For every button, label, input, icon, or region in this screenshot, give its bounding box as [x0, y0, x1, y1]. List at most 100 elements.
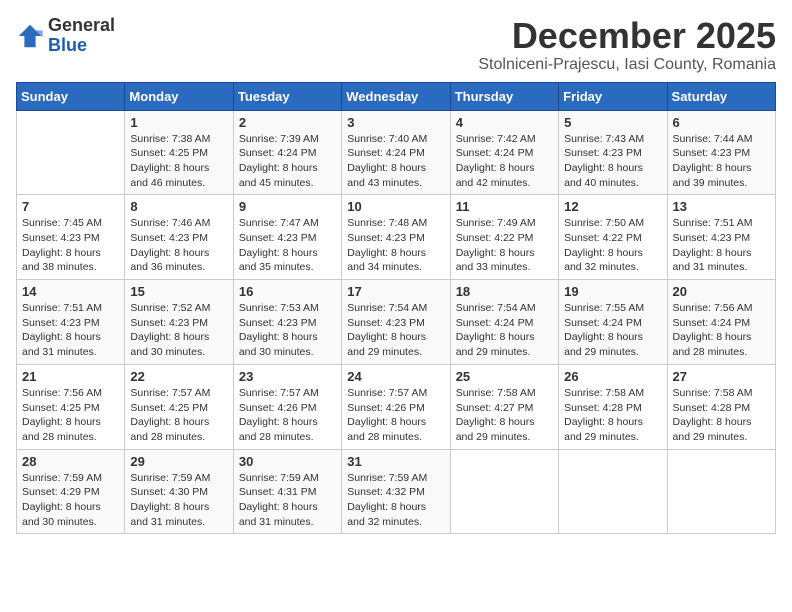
- day-number: 18: [456, 284, 553, 299]
- day-number: 31: [347, 454, 444, 469]
- day-number: 10: [347, 199, 444, 214]
- day-number: 19: [564, 284, 661, 299]
- day-info: Sunrise: 7:56 AM Sunset: 4:24 PM Dayligh…: [673, 301, 770, 360]
- day-info: Sunrise: 7:59 AM Sunset: 4:32 PM Dayligh…: [347, 471, 444, 530]
- day-info: Sunrise: 7:58 AM Sunset: 4:27 PM Dayligh…: [456, 386, 553, 445]
- day-header-wednesday: Wednesday: [342, 82, 450, 110]
- calendar-cell: 2 Sunrise: 7:39 AM Sunset: 4:24 PM Daylig…: [233, 110, 341, 195]
- day-info: Sunrise: 7:49 AM Sunset: 4:22 PM Dayligh…: [456, 216, 553, 275]
- day-number: 3: [347, 115, 444, 130]
- day-number: 14: [22, 284, 119, 299]
- day-number: 26: [564, 369, 661, 384]
- calendar-cell: 20Sunrise: 7:56 AM Sunset: 4:24 PM Dayli…: [667, 280, 775, 365]
- day-number: 30: [239, 454, 336, 469]
- month-title: December 2025: [478, 16, 776, 56]
- calendar-cell: 25 Sunrise: 7:58 AM Sunset: 4:27 PM Dayli…: [450, 364, 558, 449]
- calendar-cell: 31 Sunrise: 7:59 AM Sunset: 4:32 PM Dayli…: [342, 449, 450, 534]
- calendar-cell: [450, 449, 558, 534]
- day-number: 13: [673, 199, 770, 214]
- day-header-sunday: Sunday: [17, 82, 125, 110]
- location-text: Stolniceni-Prajescu, Iasi County, Romani…: [478, 56, 776, 74]
- day-info: Sunrise: 7:47 AM Sunset: 4:23 PM Dayligh…: [239, 216, 336, 275]
- day-info: Sunrise: 7:52 AM Sunset: 4:23 PM Dayligh…: [130, 301, 227, 360]
- calendar-week-row: 21Sunrise: 7:56 AM Sunset: 4:25 PM Dayli…: [17, 364, 776, 449]
- day-number: 8: [130, 199, 227, 214]
- calendar-cell: [17, 110, 125, 195]
- day-number: 22: [130, 369, 227, 384]
- logo-general-text: General: [48, 15, 115, 35]
- logo: General Blue: [16, 16, 115, 56]
- day-info: Sunrise: 7:40 AM Sunset: 4:24 PM Dayligh…: [347, 132, 444, 191]
- logo-blue-text: Blue: [48, 35, 87, 55]
- day-number: 15: [130, 284, 227, 299]
- day-number: 27: [673, 369, 770, 384]
- logo-icon: [16, 22, 44, 50]
- day-number: 1: [130, 115, 227, 130]
- calendar-week-row: 7 Sunrise: 7:45 AM Sunset: 4:23 PM Daylig…: [17, 195, 776, 280]
- day-info: Sunrise: 7:53 AM Sunset: 4:23 PM Dayligh…: [239, 301, 336, 360]
- calendar-cell: 11 Sunrise: 7:49 AM Sunset: 4:22 PM Dayli…: [450, 195, 558, 280]
- day-info: Sunrise: 7:57 AM Sunset: 4:26 PM Dayligh…: [239, 386, 336, 445]
- calendar-cell: 1Sunrise: 7:38 AM Sunset: 4:25 PM Daylig…: [125, 110, 233, 195]
- calendar-cell: 28 Sunrise: 7:59 AM Sunset: 4:29 PM Dayli…: [17, 449, 125, 534]
- day-info: Sunrise: 7:58 AM Sunset: 4:28 PM Dayligh…: [564, 386, 661, 445]
- day-header-monday: Monday: [125, 82, 233, 110]
- calendar-header-row: SundayMondayTuesdayWednesdayThursdayFrid…: [17, 82, 776, 110]
- calendar-cell: 6 Sunrise: 7:44 AM Sunset: 4:23 PM Daylig…: [667, 110, 775, 195]
- day-info: Sunrise: 7:59 AM Sunset: 4:30 PM Dayligh…: [130, 471, 227, 530]
- calendar-cell: 22 Sunrise: 7:57 AM Sunset: 4:25 PM Dayli…: [125, 364, 233, 449]
- day-info: Sunrise: 7:54 AM Sunset: 4:24 PM Dayligh…: [456, 301, 553, 360]
- day-number: 11: [456, 199, 553, 214]
- day-header-thursday: Thursday: [450, 82, 558, 110]
- day-number: 24: [347, 369, 444, 384]
- calendar-cell: 3 Sunrise: 7:40 AM Sunset: 4:24 PM Daylig…: [342, 110, 450, 195]
- day-number: 4: [456, 115, 553, 130]
- calendar-cell: 19 Sunrise: 7:55 AM Sunset: 4:24 PM Dayli…: [559, 280, 667, 365]
- day-number: 7: [22, 199, 119, 214]
- day-number: 21: [22, 369, 119, 384]
- day-info: Sunrise: 7:55 AM Sunset: 4:24 PM Dayligh…: [564, 301, 661, 360]
- day-number: 25: [456, 369, 553, 384]
- calendar-cell: 5Sunrise: 7:43 AM Sunset: 4:23 PM Daylig…: [559, 110, 667, 195]
- calendar-cell: 26 Sunrise: 7:58 AM Sunset: 4:28 PM Dayli…: [559, 364, 667, 449]
- day-info: Sunrise: 7:46 AM Sunset: 4:23 PM Dayligh…: [130, 216, 227, 275]
- day-info: Sunrise: 7:50 AM Sunset: 4:22 PM Dayligh…: [564, 216, 661, 275]
- day-number: 29: [130, 454, 227, 469]
- day-number: 23: [239, 369, 336, 384]
- day-info: Sunrise: 7:51 AM Sunset: 4:23 PM Dayligh…: [22, 301, 119, 360]
- calendar-cell: 18 Sunrise: 7:54 AM Sunset: 4:24 PM Dayli…: [450, 280, 558, 365]
- calendar-cell: 4Sunrise: 7:42 AM Sunset: 4:24 PM Daylig…: [450, 110, 558, 195]
- day-info: Sunrise: 7:57 AM Sunset: 4:25 PM Dayligh…: [130, 386, 227, 445]
- calendar-cell: 30 Sunrise: 7:59 AM Sunset: 4:31 PM Dayli…: [233, 449, 341, 534]
- calendar-cell: 27 Sunrise: 7:58 AM Sunset: 4:28 PM Dayli…: [667, 364, 775, 449]
- day-info: Sunrise: 7:51 AM Sunset: 4:23 PM Dayligh…: [673, 216, 770, 275]
- day-number: 9: [239, 199, 336, 214]
- day-info: Sunrise: 7:44 AM Sunset: 4:23 PM Dayligh…: [673, 132, 770, 191]
- calendar-table: SundayMondayTuesdayWednesdayThursdayFrid…: [16, 82, 776, 535]
- day-header-friday: Friday: [559, 82, 667, 110]
- day-number: 5: [564, 115, 661, 130]
- day-info: Sunrise: 7:39 AM Sunset: 4:24 PM Dayligh…: [239, 132, 336, 191]
- day-number: 2: [239, 115, 336, 130]
- day-info: Sunrise: 7:58 AM Sunset: 4:28 PM Dayligh…: [673, 386, 770, 445]
- day-header-tuesday: Tuesday: [233, 82, 341, 110]
- calendar-cell: 13 Sunrise: 7:51 AM Sunset: 4:23 PM Dayli…: [667, 195, 775, 280]
- day-number: 28: [22, 454, 119, 469]
- page-header: General Blue December 2025 Stolniceni-Pr…: [16, 16, 776, 74]
- calendar-cell: 12Sunrise: 7:50 AM Sunset: 4:22 PM Dayli…: [559, 195, 667, 280]
- day-info: Sunrise: 7:59 AM Sunset: 4:31 PM Dayligh…: [239, 471, 336, 530]
- calendar-cell: 8 Sunrise: 7:46 AM Sunset: 4:23 PM Daylig…: [125, 195, 233, 280]
- day-info: Sunrise: 7:57 AM Sunset: 4:26 PM Dayligh…: [347, 386, 444, 445]
- day-header-saturday: Saturday: [667, 82, 775, 110]
- title-area: December 2025 Stolniceni-Prajescu, Iasi …: [478, 16, 776, 74]
- calendar-cell: 9 Sunrise: 7:47 AM Sunset: 4:23 PM Daylig…: [233, 195, 341, 280]
- day-number: 6: [673, 115, 770, 130]
- calendar-cell: 14 Sunrise: 7:51 AM Sunset: 4:23 PM Dayli…: [17, 280, 125, 365]
- day-info: Sunrise: 7:48 AM Sunset: 4:23 PM Dayligh…: [347, 216, 444, 275]
- day-info: Sunrise: 7:59 AM Sunset: 4:29 PM Dayligh…: [22, 471, 119, 530]
- day-info: Sunrise: 7:45 AM Sunset: 4:23 PM Dayligh…: [22, 216, 119, 275]
- calendar-cell: 24 Sunrise: 7:57 AM Sunset: 4:26 PM Dayli…: [342, 364, 450, 449]
- calendar-cell: 16 Sunrise: 7:53 AM Sunset: 4:23 PM Dayli…: [233, 280, 341, 365]
- calendar-cell: [559, 449, 667, 534]
- day-number: 16: [239, 284, 336, 299]
